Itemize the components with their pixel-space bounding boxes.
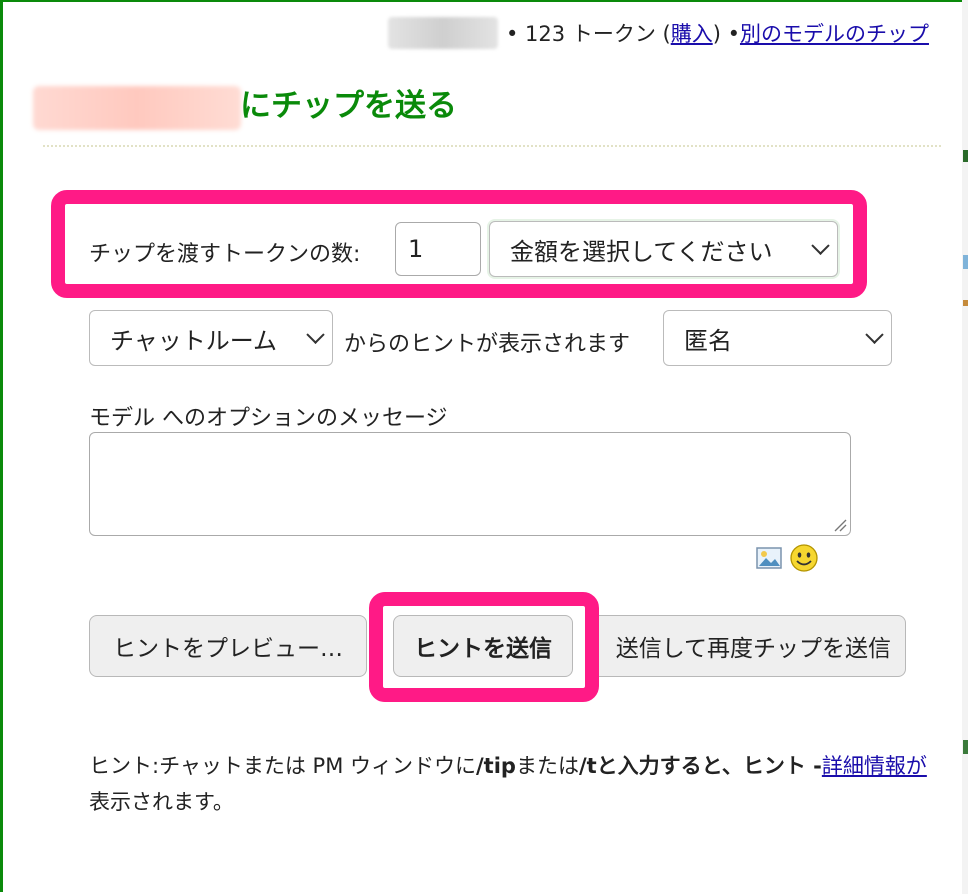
room-select[interactable]: チャットルーム xyxy=(89,310,333,366)
hint-cmd-tip: /tip xyxy=(476,754,516,778)
redacted-model-name xyxy=(33,86,241,130)
separator-text: ) • xyxy=(712,22,740,46)
page-title: にチップを送る xyxy=(240,88,457,124)
redacted-username xyxy=(388,17,498,49)
emoji-icon[interactable] xyxy=(789,543,819,573)
send-and-tip-again-button[interactable]: 送信して再度チップを送信 xyxy=(573,615,906,677)
token-balance-text: • 123 トークン ( xyxy=(506,22,671,46)
details-link[interactable]: 詳細情報が xyxy=(822,754,927,778)
preview-tip-button[interactable]: ヒントをプレビュー… xyxy=(89,615,367,677)
chevron-down-icon xyxy=(811,236,830,255)
hint-prefix: ヒント:チャットまたは PM ウィンドウに xyxy=(89,754,476,778)
anonymity-select[interactable]: 匿名 xyxy=(663,310,892,366)
token-count-input[interactable]: 1 xyxy=(395,222,481,276)
hint-cmd-t: /t xyxy=(578,754,597,778)
resize-grip-icon[interactable] xyxy=(833,518,847,532)
send-tip-button[interactable]: ヒントを送信 xyxy=(393,615,573,677)
chevron-down-icon xyxy=(306,325,325,344)
usage-hint: ヒント:チャットまたは PM ウィンドウに/tipまたは/tと入力すると、ヒント… xyxy=(89,748,939,820)
message-textarea[interactable] xyxy=(89,432,851,536)
amount-select-value: 金額を選択してください xyxy=(510,237,773,266)
tokens-label: チップを渡すトークンの数: xyxy=(89,242,361,267)
hint-or: または xyxy=(515,754,579,778)
right-edge-strip xyxy=(962,0,968,894)
anonymity-select-value: 匿名 xyxy=(684,326,732,355)
token-balance-line: • 123 トークン (購入) •別のモデルのチップ xyxy=(506,18,929,48)
room-select-value: チャットルーム xyxy=(110,326,278,355)
chevron-down-icon xyxy=(865,325,884,344)
hint-bold-tail: と入力すると、ヒント - xyxy=(596,754,822,778)
image-insert-icon[interactable] xyxy=(756,546,782,570)
message-label: モデル へのオプションのメッセージ xyxy=(89,406,448,431)
hint-visible-label: からのヒントが表示されます xyxy=(344,332,631,357)
amount-select[interactable]: 金額を選択してください xyxy=(489,221,838,277)
title-divider xyxy=(43,145,941,147)
tip-other-model-link[interactable]: 別のモデルのチップ xyxy=(740,22,929,46)
hint-suffix: 表示されます。 xyxy=(89,790,234,814)
buy-tokens-link[interactable]: 購入 xyxy=(671,22,713,46)
